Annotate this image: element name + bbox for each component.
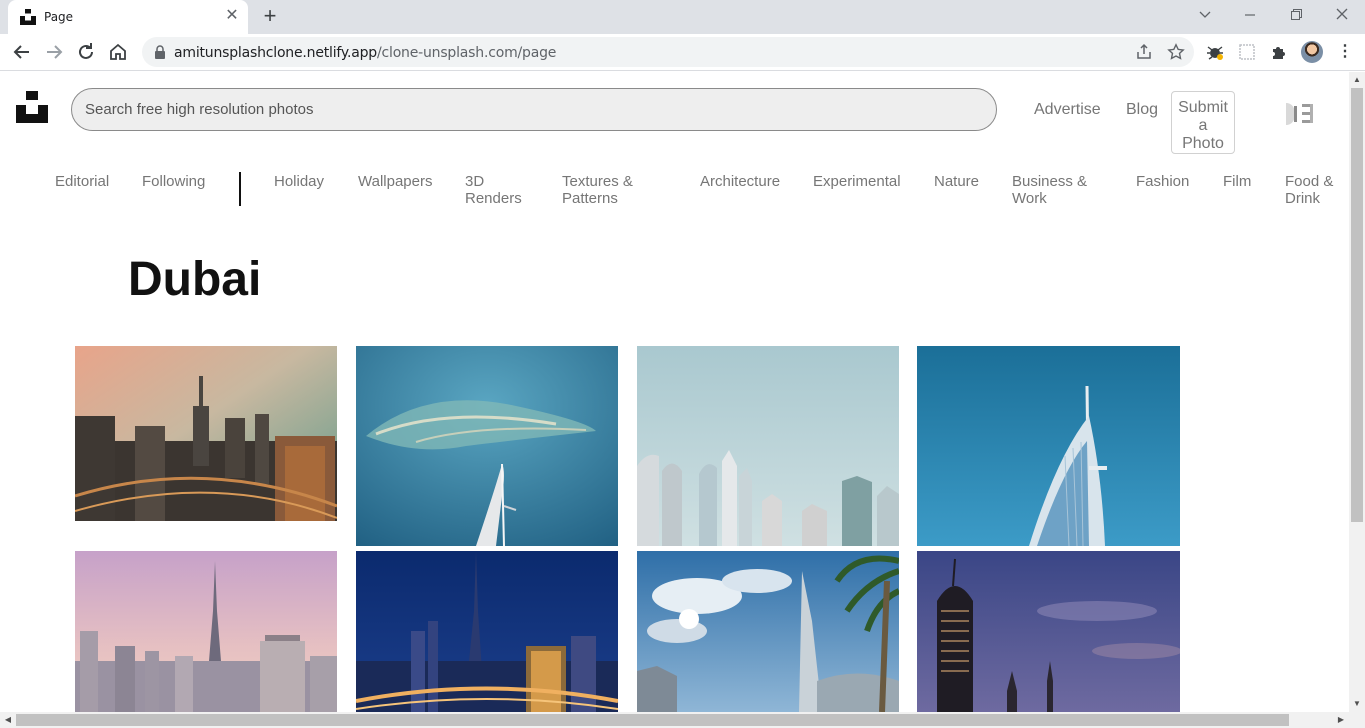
extension-frame-icon[interactable] [1237,42,1257,62]
photo-burj-al-arab[interactable] [917,346,1180,546]
new-tab-button[interactable]: + [258,5,282,29]
tab-close-icon[interactable]: ✕ [224,8,240,24]
url-text: amitunsplashclone.netlify.app/clone-unsp… [174,45,556,61]
photo-marina-towers[interactable] [637,346,899,546]
category-editorial[interactable]: Editorial [55,173,109,190]
category-holiday[interactable]: Holiday [274,173,324,190]
scroll-up-arrow-icon[interactable]: ▲ [1349,72,1365,88]
hamburger-menu-icon[interactable] [1283,100,1319,128]
nav-advertise-link[interactable]: Advertise [1034,101,1101,119]
extensions-puzzle-icon[interactable] [1269,42,1289,62]
photo-palm-jumeirah-aerial[interactable] [356,346,618,546]
category-film[interactable]: Film [1223,173,1251,190]
submit-label-line-1: Submit [1178,99,1228,116]
profile-avatar[interactable] [1301,41,1323,63]
restore-icon[interactable] [1284,5,1308,25]
category-experimental[interactable]: Experimental [813,173,901,190]
nav-blog-link[interactable]: Blog [1126,101,1158,119]
share-icon[interactable] [1135,43,1153,61]
photo-dubai-night-skyline[interactable] [356,551,618,712]
submit-label-line-3: Photo [1182,135,1224,152]
category-divider [239,172,241,206]
home-icon[interactable] [106,40,130,64]
scroll-down-arrow-icon[interactable]: ▼ [1349,696,1365,712]
unsplash-logo-icon[interactable] [16,91,48,123]
submit-photo-button[interactable]: Submit a Photo [1171,91,1235,154]
reload-icon[interactable] [74,40,98,64]
unsplash-favicon-icon [20,9,36,25]
scroll-right-arrow-icon[interactable]: ▶ [1333,712,1349,728]
photo-burj-khalifa-palms[interactable] [637,551,899,712]
lock-icon [155,45,165,59]
page-title: Dubai [128,253,262,306]
category-wallpapers[interactable]: Wallpapers [358,173,432,190]
submit-label-line-2: a [1198,117,1208,134]
photo-dubai-skyline-sunset[interactable] [75,346,337,521]
url-path: /clone-unsplash.com/page [376,45,557,61]
url-host: amitunsplashclone.netlify.app [174,45,377,61]
bookmark-star-icon[interactable] [1167,43,1185,61]
category-food-drink[interactable]: Food & Drink [1285,173,1345,207]
window-close-icon[interactable] [1330,5,1354,25]
scroll-left-arrow-icon[interactable]: ◀ [0,712,16,728]
back-icon[interactable] [10,40,34,64]
category-3d-renders[interactable]: 3D Renders [465,173,535,207]
chevron-down-icon[interactable] [1193,5,1217,25]
category-fashion[interactable]: Fashion [1136,173,1189,190]
browser-tab[interactable]: Page ✕ [8,0,248,34]
horizontal-scroll-thumb[interactable] [16,714,1289,726]
search-input[interactable] [71,88,997,131]
browser-toolbar: amitunsplashclone.netlify.app/clone-unsp… [0,34,1365,71]
vertical-scroll-thumb[interactable] [1351,88,1363,522]
category-business-work[interactable]: Business & Work [1012,173,1112,207]
category-following[interactable]: Following [142,173,205,190]
vertical-scrollbar[interactable]: ▲ ▼ [1349,72,1365,712]
photo-tower-evening[interactable] [917,551,1180,712]
forward-icon[interactable] [42,40,66,64]
browser-tab-strip: Page ✕ + [0,0,1365,34]
category-textures-patterns[interactable]: Textures & Patterns [562,173,662,207]
address-bar[interactable]: amitunsplashclone.netlify.app/clone-unsp… [142,37,1194,67]
browser-menu-icon[interactable]: ⋮ [1337,42,1353,62]
extension-bug-icon[interactable] [1205,42,1225,62]
minimize-icon[interactable] [1238,5,1262,25]
category-nature[interactable]: Nature [934,173,979,190]
photo-burj-khalifa-dusk[interactable] [75,551,337,712]
page-viewport: Advertise Blog Submit a Photo Editorial … [0,72,1349,712]
horizontal-scrollbar[interactable]: ◀ ▶ [0,712,1365,728]
category-architecture[interactable]: Architecture [700,173,780,190]
tab-title: Page [44,10,74,24]
